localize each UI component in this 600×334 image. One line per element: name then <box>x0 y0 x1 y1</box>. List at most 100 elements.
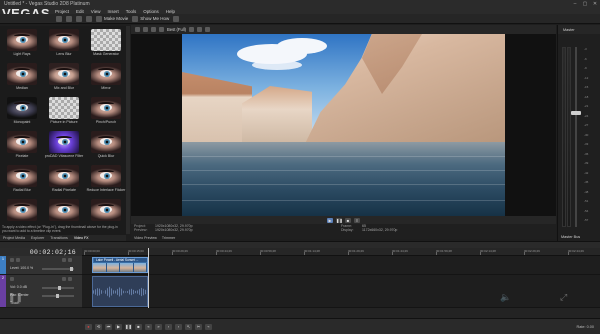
fx-item[interactable]: Lens Blur <box>44 29 84 61</box>
fx-thumbnail[interactable] <box>91 63 121 85</box>
fx-item[interactable]: Mirror <box>86 63 126 95</box>
fx-thumbnail[interactable] <box>7 199 37 221</box>
fx-thumbnail[interactable] <box>7 97 37 119</box>
fx-item[interactable]: Monopaint <box>2 97 42 129</box>
fx-thumbnail[interactable] <box>7 165 37 187</box>
track-fx-icon[interactable] <box>10 277 14 281</box>
menu-help[interactable]: Help <box>166 9 175 14</box>
fx-item[interactable]: Light Rays <box>2 29 42 61</box>
menu-insert[interactable]: Insert <box>107 9 118 14</box>
stop-button[interactable]: ■ <box>345 217 351 223</box>
master-fader-knob[interactable] <box>571 111 581 115</box>
mute-icon[interactable] <box>62 258 66 262</box>
track-motion-icon[interactable] <box>10 258 14 262</box>
overlays-icon[interactable] <box>189 27 195 32</box>
fx-thumbnail[interactable] <box>7 29 37 51</box>
fx-item[interactable]: proDAD Vitascene Filter <box>44 131 84 163</box>
fx-item[interactable]: Radial Pixelate <box>44 165 84 197</box>
fx-item[interactable]: Picture in Picture <box>44 97 84 129</box>
audio-clip-event[interactable] <box>92 276 148 307</box>
copy-snapshot-icon[interactable] <box>197 27 203 32</box>
tab-trimmer[interactable]: Trimmer <box>162 236 175 240</box>
save-icon[interactable] <box>76 15 82 22</box>
fx-item[interactable]: Radial Blur <box>2 165 42 197</box>
play-button[interactable]: ▶ <box>327 217 333 223</box>
volume-slider-knob[interactable] <box>58 286 61 290</box>
menu-edit[interactable]: Edit <box>76 9 84 14</box>
play-button[interactable]: ▶ <box>115 323 122 330</box>
panel-splitter[interactable] <box>126 26 130 234</box>
track-fx-icon[interactable] <box>16 258 20 262</box>
menu-project[interactable]: Project <box>55 9 69 14</box>
audio-track-area[interactable] <box>82 275 600 308</box>
level-slider-knob[interactable] <box>70 267 73 271</box>
loop-button[interactable]: ≡ <box>354 217 360 223</box>
menu-options[interactable]: Options <box>143 9 159 14</box>
split-icon[interactable]: ✂ <box>195 323 202 330</box>
normal-edit-tool-icon[interactable]: ↖ <box>185 323 192 330</box>
menu-tools[interactable]: Tools <box>126 9 137 14</box>
loop-playback-button[interactable]: ⟲ <box>95 323 102 330</box>
pin-icon[interactable] <box>173 15 180 22</box>
pause-button[interactable]: ❚❚ <box>125 323 132 330</box>
tab-transitions[interactable]: Transitions <box>50 236 67 240</box>
next-frame-button[interactable]: › <box>175 323 182 330</box>
open-icon[interactable] <box>66 15 72 22</box>
record-button[interactable]: ● <box>85 323 92 330</box>
fx-thumbnail[interactable] <box>49 97 79 119</box>
fx-thumbnail[interactable] <box>49 199 79 221</box>
solo-icon[interactable] <box>68 258 72 262</box>
minimize-button[interactable]: – <box>570 1 580 7</box>
fx-thumbnail[interactable] <box>91 199 121 221</box>
fx-thumbnail[interactable] <box>49 165 79 187</box>
tab-explorer[interactable]: Explorer <box>31 236 44 240</box>
fx-item[interactable]: Mask Generator <box>86 29 126 61</box>
new-project-icon[interactable] <box>56 15 62 22</box>
save-snapshot-icon[interactable] <box>205 27 211 32</box>
pause-button[interactable]: ❚❚ <box>336 217 343 223</box>
close-button[interactable]: ✕ <box>590 1 600 7</box>
fx-icon[interactable] <box>151 27 156 32</box>
fx-thumbnail[interactable] <box>7 131 37 153</box>
fx-thumbnail[interactable] <box>49 63 79 85</box>
maximize-button[interactable]: ▢ <box>580 1 590 7</box>
split-screen-icon[interactable] <box>159 27 164 32</box>
fx-item[interactable]: Mix and Blur <box>44 63 84 95</box>
fx-thumbnail[interactable] <box>91 97 121 119</box>
video-track-area[interactable] <box>82 256 600 275</box>
timeline-ruler[interactable]: 00:00:00;00 00:00:15;00 00:00:29;29 00:00:4… <box>82 248 600 256</box>
fx-item[interactable]: Pixelate <box>2 131 42 163</box>
fx-item[interactable]: Median <box>2 63 42 95</box>
video-clip-event[interactable]: Lake Powell - Aerial Sunset ... <box>92 257 148 273</box>
go-to-end-button[interactable]: » <box>155 323 162 330</box>
fx-thumbnail[interactable] <box>91 131 121 153</box>
fx-item[interactable]: Reduce Interlace Flicker <box>86 165 126 197</box>
snapping-icon[interactable]: ⌁ <box>205 323 212 330</box>
timeline-scroll-area[interactable] <box>0 308 600 318</box>
properties-icon[interactable] <box>135 27 140 32</box>
play-from-start-button[interactable]: ⏮ <box>105 323 112 330</box>
preview-quality[interactable]: Best (Full) <box>167 27 186 32</box>
fx-thumbnail[interactable] <box>7 63 37 85</box>
pan-slider-knob[interactable] <box>56 294 59 298</box>
stop-button[interactable]: ■ <box>135 323 142 330</box>
tab-video-fx[interactable]: Video FX <box>74 236 89 240</box>
mute-icon[interactable] <box>62 277 66 281</box>
fx-item[interactable]: Quick Blur <box>86 131 126 163</box>
solo-icon[interactable] <box>68 277 72 281</box>
fx-thumbnail[interactable] <box>49 131 79 153</box>
video-track-header[interactable]: 1 Level: 100.0 % <box>0 256 82 275</box>
make-movie-button[interactable]: Make Movie <box>96 15 128 22</box>
prev-frame-button[interactable]: ‹ <box>165 323 172 330</box>
tab-video-preview[interactable]: Video Preview <box>134 236 157 240</box>
render-icon[interactable] <box>86 15 92 22</box>
fx-thumbnail[interactable] <box>91 165 121 187</box>
ext-monitor-icon[interactable] <box>143 27 148 32</box>
tab-project-media[interactable]: Project Media <box>3 236 25 240</box>
fx-thumbnail[interactable] <box>91 29 121 51</box>
fx-thumbnail[interactable] <box>49 29 79 51</box>
fx-item[interactable]: Pinch/Punch <box>86 97 126 129</box>
go-to-start-button[interactable]: « <box>145 323 152 330</box>
show-me-how-button[interactable]: Show Me How <box>132 15 169 22</box>
menu-view[interactable]: View <box>91 9 101 14</box>
